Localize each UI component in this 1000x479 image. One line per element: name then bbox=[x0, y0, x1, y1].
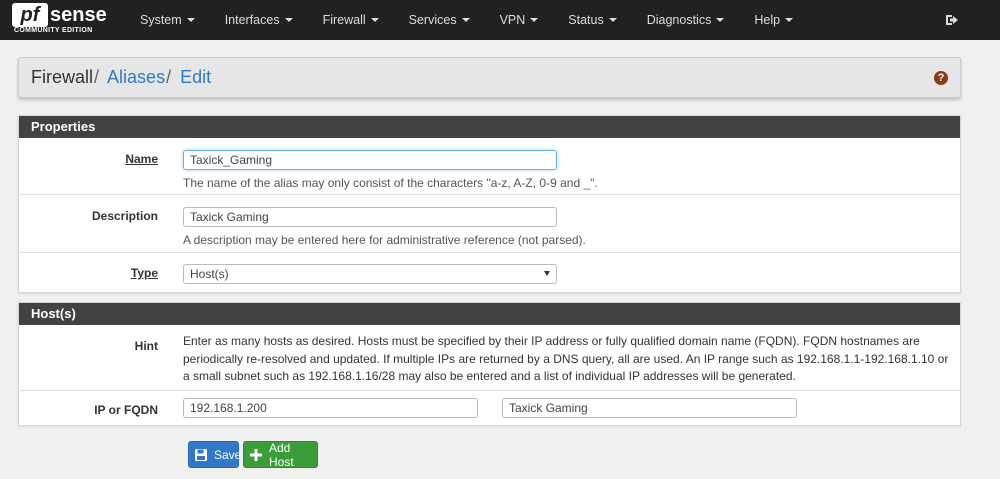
breadcrumb-aliases-link[interactable]: Aliases bbox=[107, 67, 165, 87]
menu-interfaces-label: Interfaces bbox=[224, 13, 280, 27]
sign-out-icon[interactable] bbox=[944, 12, 960, 28]
hint-text: Enter as many hosts as desired. Hosts mu… bbox=[183, 334, 949, 383]
logo-edition-text: COMMUNITY EDITION bbox=[14, 27, 93, 34]
type-select-value: Host(s) bbox=[190, 267, 229, 281]
description-label: Description bbox=[91, 209, 158, 223]
hint-label: Hint bbox=[134, 339, 158, 353]
breadcrumb-separator: / bbox=[166, 67, 172, 87]
top-navbar: pf sense COMMUNITY EDITION System Interf… bbox=[0, 0, 1000, 40]
ip-input[interactable]: 192.168.1.200 bbox=[183, 398, 478, 418]
menu-firewall-label: Firewall bbox=[322, 13, 366, 27]
menu-vpn[interactable]: VPN bbox=[485, 0, 554, 40]
menu-services-label: Services bbox=[408, 13, 457, 27]
menu-diagnostics[interactable]: Diagnostics bbox=[632, 0, 740, 40]
menu-firewall[interactable]: Firewall bbox=[308, 0, 394, 40]
plus-icon bbox=[249, 448, 263, 462]
breadcrumb: Firewall/ Aliases/ Edit ? bbox=[18, 57, 961, 98]
name-row: Name Taxick_Gaming The name of the alias… bbox=[19, 138, 960, 195]
menu-help[interactable]: Help bbox=[739, 0, 808, 40]
menu-help-label: Help bbox=[754, 13, 781, 27]
description-help-text: A description may be entered here for ad… bbox=[183, 233, 586, 247]
breadcrumb-separator: / bbox=[94, 67, 100, 87]
pfsense-logo[interactable]: pf sense COMMUNITY EDITION bbox=[12, 0, 120, 40]
hosts-heading: Host(s) bbox=[19, 303, 960, 325]
add-host-button-label: Add Host bbox=[269, 440, 294, 469]
caret-down-icon bbox=[785, 18, 794, 22]
caret-down-icon bbox=[608, 18, 617, 22]
main-menu: System Interfaces Firewall Services VPN … bbox=[125, 0, 808, 40]
caret-down-icon bbox=[284, 18, 293, 22]
caret-down-icon bbox=[186, 18, 195, 22]
type-row: Type Host(s) bbox=[19, 253, 960, 293]
hint-row: Hint Enter as many hosts as desired. Hos… bbox=[19, 325, 960, 391]
add-host-button[interactable]: Add Host bbox=[243, 440, 318, 469]
name-help-text: The name of the alias may only consist o… bbox=[183, 176, 598, 190]
menu-status-label: Status bbox=[568, 13, 604, 27]
caret-down-icon bbox=[370, 18, 379, 22]
ip-label: IP or FQDN bbox=[94, 403, 158, 417]
properties-heading: Properties bbox=[19, 116, 960, 138]
type-select[interactable]: Host(s) bbox=[183, 264, 557, 284]
caret-down-icon bbox=[461, 18, 470, 22]
save-button-label: Save bbox=[214, 447, 242, 462]
description-input[interactable]: Taxick Gaming bbox=[183, 207, 557, 227]
hosts-panel: Host(s) Hint Enter as many hosts as desi… bbox=[18, 302, 961, 426]
description-row: Description Taxick Gaming A description … bbox=[19, 195, 960, 253]
type-label: Type bbox=[130, 266, 158, 280]
caret-down-icon bbox=[530, 18, 539, 22]
question-circle-icon[interactable]: ? bbox=[934, 71, 948, 85]
floppy-disk-icon bbox=[194, 448, 208, 462]
name-label: Name bbox=[125, 152, 158, 166]
save-button[interactable]: Save bbox=[188, 441, 242, 468]
menu-system[interactable]: System bbox=[125, 0, 210, 40]
menu-interfaces[interactable]: Interfaces bbox=[210, 0, 308, 40]
name-input[interactable]: Taxick_Gaming bbox=[183, 150, 557, 170]
logo-pf-mark: pf bbox=[12, 3, 48, 27]
menu-services[interactable]: Services bbox=[394, 0, 485, 40]
ip-row: IP or FQDN 192.168.1.200 Taxick Gaming bbox=[19, 391, 960, 425]
menu-vpn-label: VPN bbox=[499, 13, 526, 27]
ip-description-input[interactable]: Taxick Gaming bbox=[502, 398, 797, 418]
breadcrumb-edit-link[interactable]: Edit bbox=[180, 67, 211, 87]
menu-status[interactable]: Status bbox=[553, 0, 631, 40]
menu-diagnostics-label: Diagnostics bbox=[646, 13, 712, 27]
caret-down-icon bbox=[716, 18, 725, 22]
menu-system-label: System bbox=[140, 13, 182, 27]
page-title: Firewall/ Aliases/ Edit bbox=[31, 67, 211, 88]
properties-panel: Properties Name Taxick_Gaming The name o… bbox=[18, 115, 961, 293]
breadcrumb-firewall: Firewall bbox=[31, 67, 94, 87]
dropdown-arrow-icon bbox=[544, 271, 550, 276]
logo-sense-text: sense bbox=[50, 4, 107, 26]
